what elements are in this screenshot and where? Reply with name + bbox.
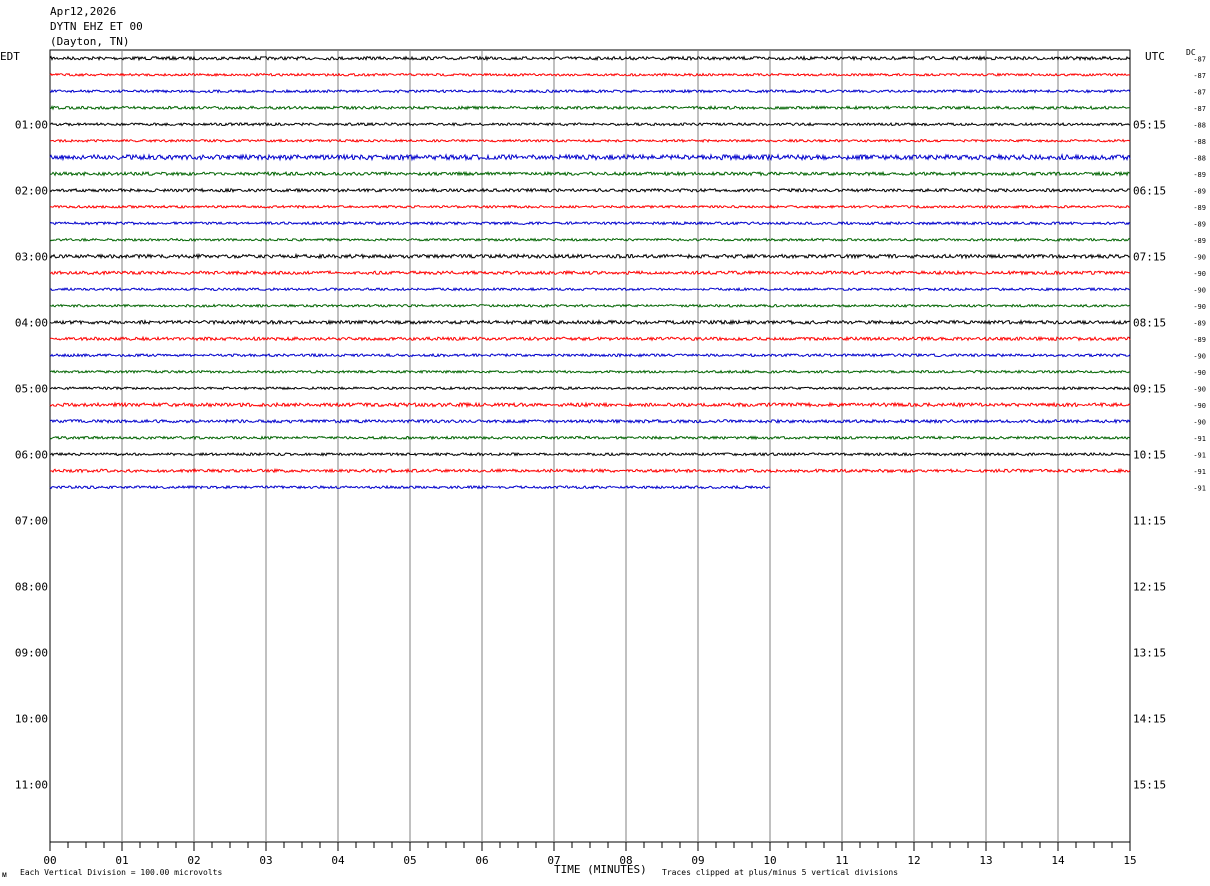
left-hour-label: 08:00 [15, 580, 48, 593]
clip-note: Traces clipped at plus/minus 5 vertical … [662, 868, 899, 877]
left-hour-label: 02:00 [15, 184, 48, 197]
x-tick-label: 15 [1123, 854, 1136, 867]
x-tick-label: 12 [907, 854, 920, 867]
left-hour-label: 07:00 [15, 514, 48, 527]
dc-offset-label: -88 [1193, 121, 1206, 129]
seismic-trace [49, 467, 1131, 474]
seismic-trace [49, 252, 1131, 260]
seismic-trace [50, 138, 1131, 144]
dc-offset-label: -89 [1193, 204, 1206, 212]
right-hour-label: 09:15 [1133, 382, 1166, 395]
helicorder-chart: 00 01 02 03 04 05 06 07 08 09 10 11 12 13 14 1501:0002:… [15, 49, 1206, 867]
right-hour-label: 11:15 [1133, 514, 1166, 527]
dc-offset-label: -89 [1193, 237, 1206, 245]
right-hour-label: 14:15 [1133, 712, 1166, 725]
x-tick-label: 13 [979, 854, 992, 867]
seismic-trace [49, 401, 1131, 409]
dc-offset-label: -90 [1193, 303, 1206, 311]
x-tick-label: 05 [403, 854, 416, 867]
seismic-trace [49, 187, 1131, 193]
dc-offset-label: -90 [1193, 253, 1206, 261]
dc-offset-label: -91 [1193, 468, 1206, 476]
dc-offset-label: -89 [1193, 171, 1206, 179]
seismic-trace [49, 170, 1131, 177]
seismic-trace [50, 303, 1131, 308]
right-hour-label: 07:15 [1133, 250, 1166, 263]
right-hour-label: 08:15 [1133, 316, 1166, 329]
left-hour-label: 05:00 [15, 382, 48, 395]
dc-offset-label: -89 [1193, 336, 1206, 344]
seismic-trace [49, 55, 1131, 62]
x-tick-label: 11 [835, 854, 848, 867]
right-hour-label: 13:15 [1133, 646, 1166, 659]
left-hour-label: 10:00 [15, 712, 48, 725]
dc-offset-label: -90 [1193, 385, 1206, 393]
x-tick-label: 01 [115, 854, 128, 867]
left-hour-label: 11:00 [15, 778, 48, 791]
seismic-trace [49, 104, 1130, 111]
dc-offset-label: -90 [1193, 286, 1206, 294]
dc-offset-label: -89 [1193, 220, 1206, 228]
left-hour-label: 04:00 [15, 316, 48, 329]
seismic-trace [49, 418, 1131, 425]
seismic-trace [50, 204, 1131, 210]
left-hour-label: 03:00 [15, 250, 48, 263]
dc-offset-label: -89 [1193, 319, 1206, 327]
corner-mark: ᴍ [2, 870, 7, 879]
dc-offset-label: -91 [1193, 484, 1206, 492]
x-tick-label: 00 [43, 854, 56, 867]
dc-offset-label: -88 [1193, 138, 1206, 146]
scale-note: Each Vertical Division = 100.00 microvol… [20, 868, 223, 877]
seismic-trace [49, 352, 1131, 358]
dc-offset-label: -90 [1193, 369, 1206, 377]
dc-offset-label: -90 [1193, 418, 1206, 426]
right-hour-label: 05:15 [1133, 118, 1166, 131]
dc-offset-label: -91 [1193, 435, 1206, 443]
seismic-trace [49, 451, 1131, 457]
seismic-trace [49, 88, 1131, 94]
right-hour-label: 15:15 [1133, 778, 1166, 791]
x-axis-label: TIME (MINUTES) [554, 863, 647, 876]
dc-offset-label: -90 [1193, 352, 1206, 360]
x-tick-label: 10 [763, 854, 776, 867]
dc-offset-label: -89 [1193, 187, 1206, 195]
x-tick-label: 14 [1051, 854, 1065, 867]
seismic-trace [49, 369, 1131, 375]
plot-frame [49, 49, 1131, 843]
dc-offset-label: -90 [1193, 270, 1206, 278]
dc-offset-label: -91 [1193, 451, 1206, 459]
right-hour-label: 10:15 [1133, 448, 1166, 461]
left-hour-label: 06:00 [15, 448, 48, 461]
x-tick-label: 09 [691, 854, 704, 867]
dc-offset-label: -90 [1193, 402, 1206, 410]
seismic-trace [49, 435, 1131, 441]
seismic-trace [49, 220, 1131, 226]
dc-offset-label: -87 [1193, 72, 1206, 80]
seismic-trace [49, 72, 1131, 78]
seismic-trace [49, 237, 1131, 243]
right-hour-label: 12:15 [1133, 580, 1166, 593]
dc-offset-label: -87 [1193, 55, 1206, 63]
seismic-trace [49, 335, 1131, 342]
seismic-trace [49, 153, 1131, 162]
left-hour-label: 01:00 [15, 118, 48, 131]
x-tick-label: 04 [331, 854, 345, 867]
x-tick-label: 02 [187, 854, 200, 867]
left-hour-label: 09:00 [15, 646, 48, 659]
seismic-trace [49, 269, 1131, 276]
dc-offset-label: -87 [1193, 105, 1206, 113]
seismic-trace [49, 286, 1130, 292]
right-hour-label: 06:15 [1133, 184, 1166, 197]
seismic-trace [49, 318, 1131, 326]
x-tick-label: 03 [259, 854, 272, 867]
x-tick-label: 06 [475, 854, 488, 867]
dc-offset-label: -88 [1193, 154, 1206, 162]
dc-offset-label: -87 [1193, 88, 1206, 96]
seismic-trace [49, 121, 1131, 127]
seismic-trace [49, 385, 1131, 391]
